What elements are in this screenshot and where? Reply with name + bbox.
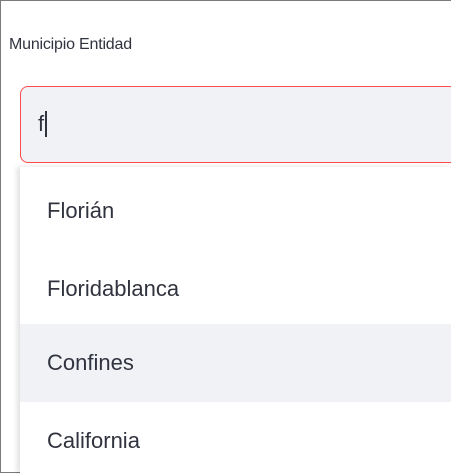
option-label: Florián <box>47 198 115 223</box>
field-label: Municipio Entidad <box>9 36 132 53</box>
options-dropdown: Florián Floridablanca Confines Californi… <box>20 167 451 474</box>
municipio-select-widget: Municipio Entidad f Florián Floridablanc… <box>0 0 451 474</box>
option-floridablanca[interactable]: Floridablanca <box>20 250 451 328</box>
municipio-search-input[interactable]: f <box>20 86 451 163</box>
option-label: Floridablanca <box>47 276 180 301</box>
option-florian[interactable]: Florián <box>20 172 451 250</box>
option-california[interactable]: California <box>20 402 451 474</box>
option-confines[interactable]: Confines <box>20 324 451 402</box>
input-value-wrapper: f <box>38 109 47 139</box>
text-caret <box>45 111 47 137</box>
input-value-text: f <box>38 111 45 136</box>
option-label: Confines <box>47 350 134 375</box>
option-label: California <box>47 428 140 453</box>
